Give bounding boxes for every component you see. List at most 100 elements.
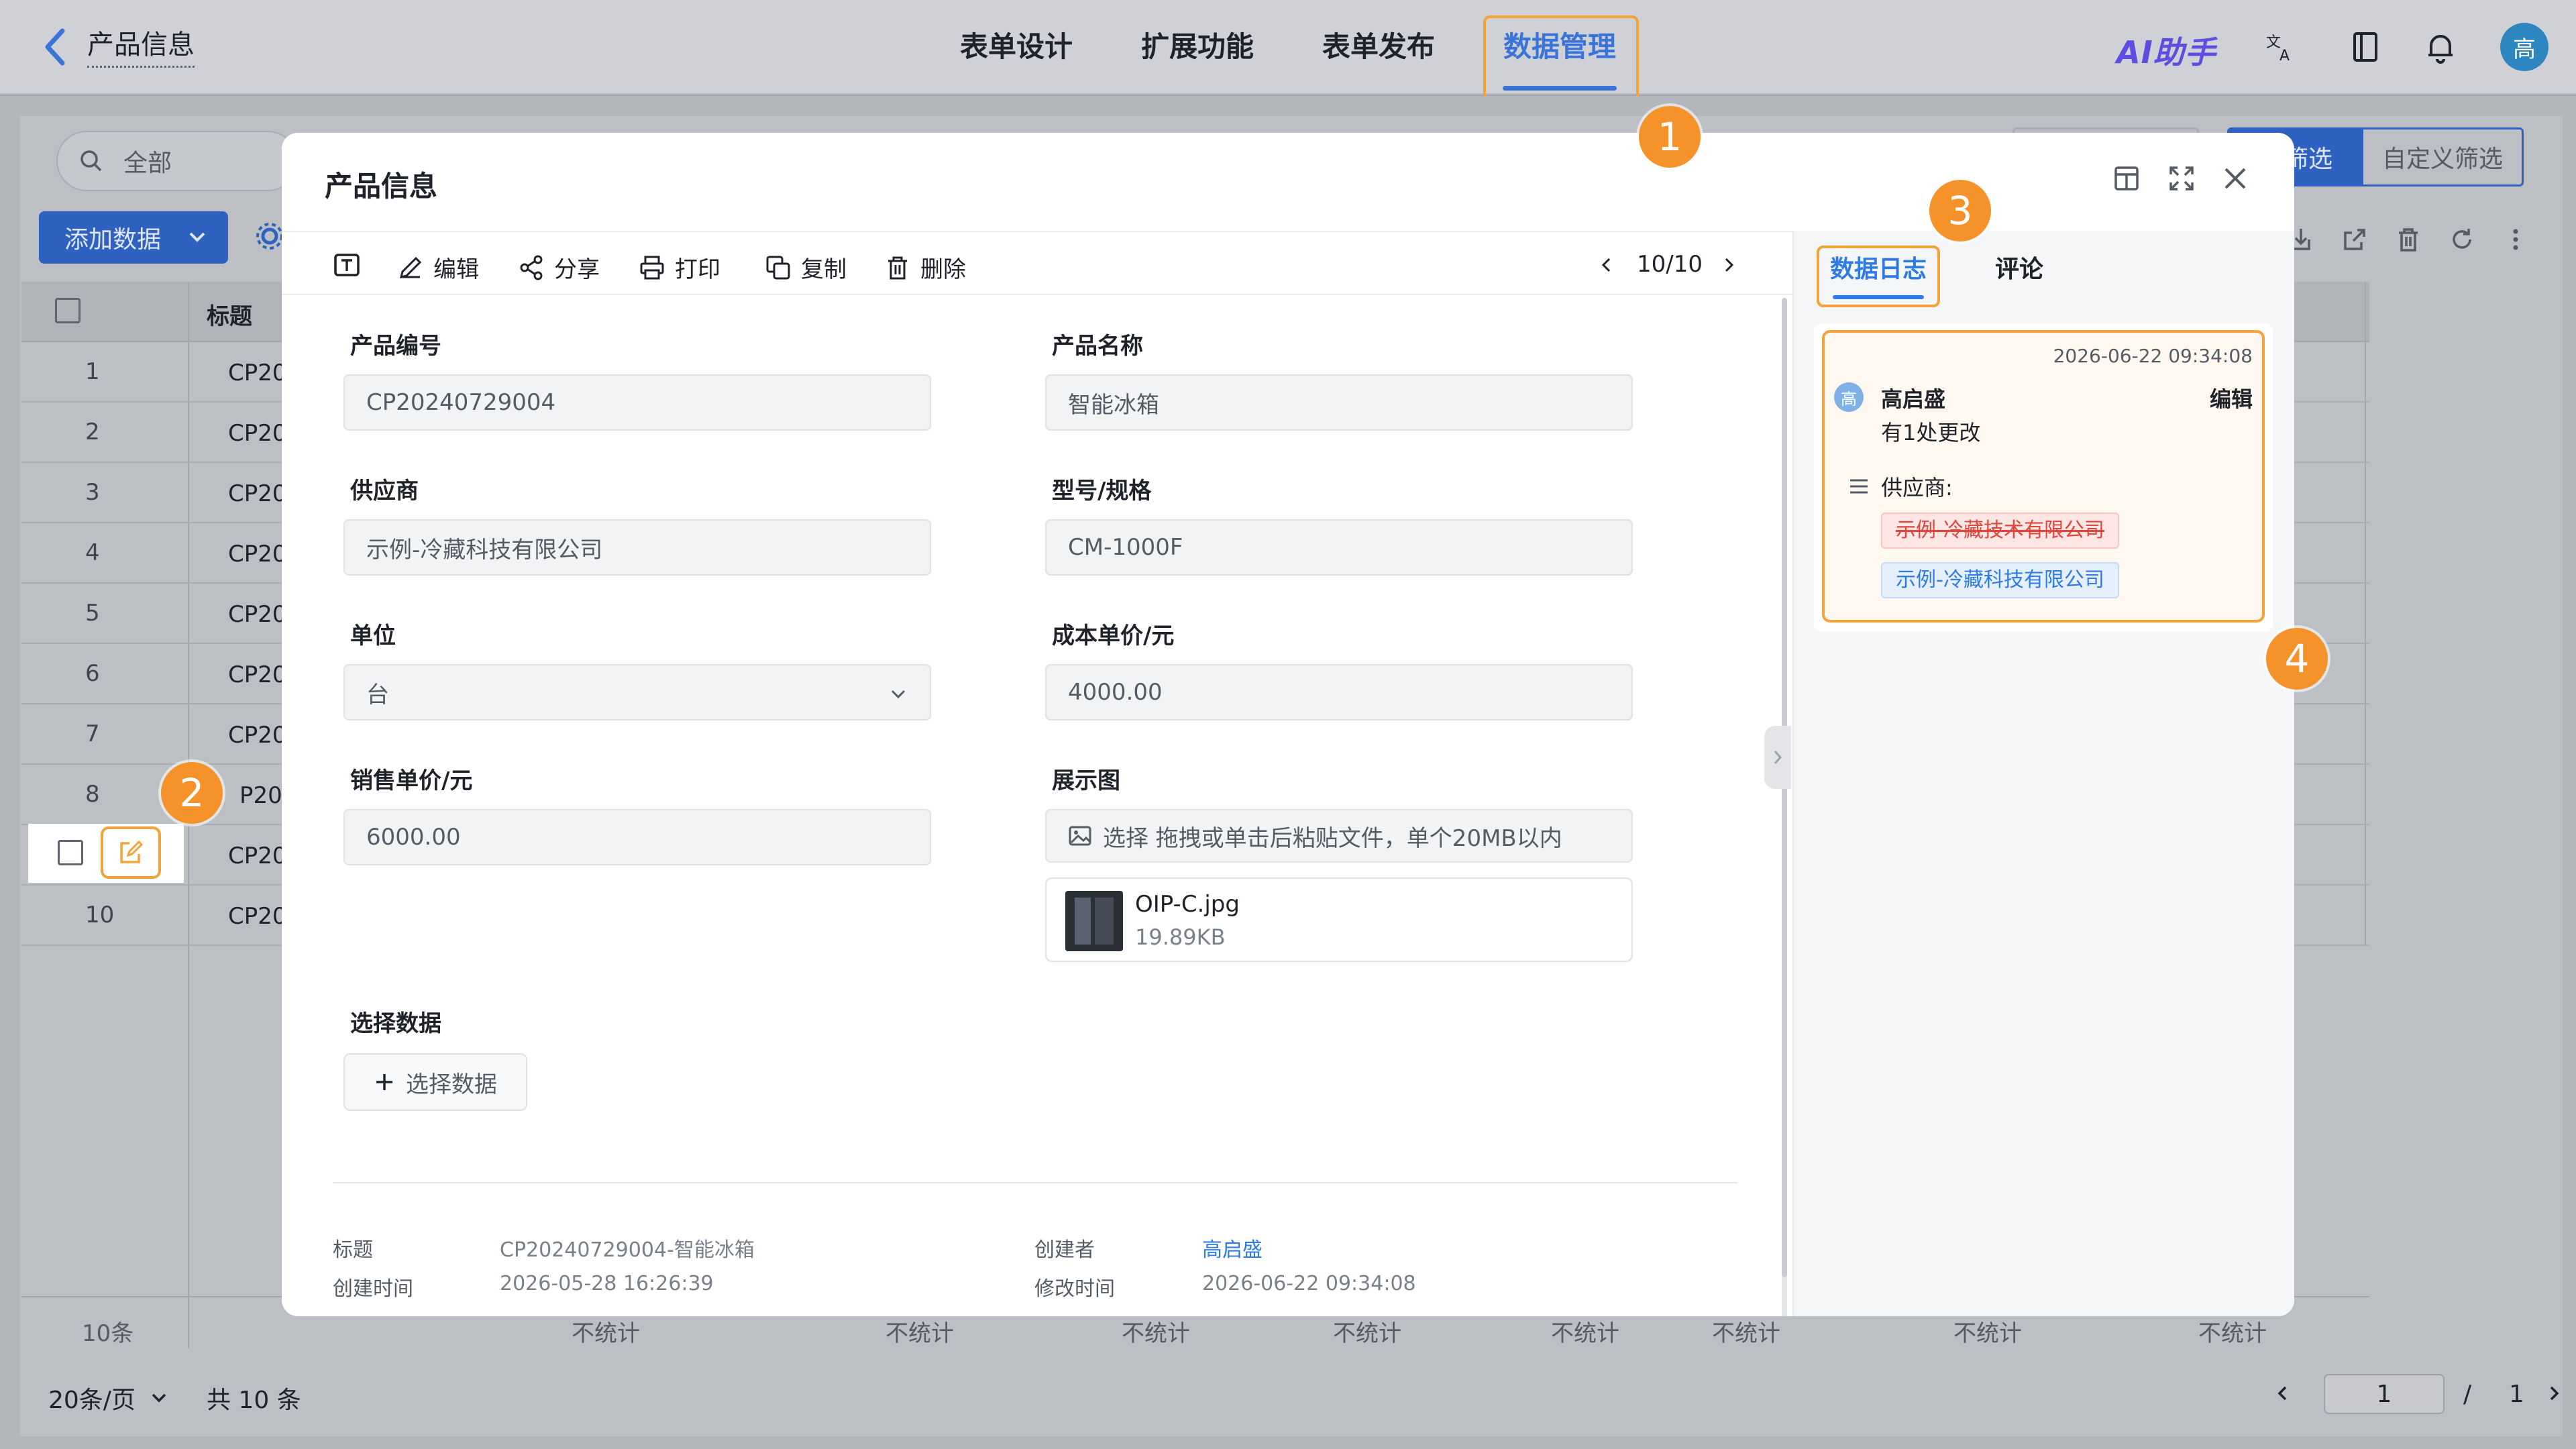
copy-icon: [766, 256, 790, 279]
next-page-icon[interactable]: [2544, 1383, 2564, 1403]
settings-icon[interactable]: [255, 221, 284, 251]
log-new-value: 示例-冷藏科技有限公司: [1881, 562, 2119, 598]
custom-filter-button[interactable]: 自定义筛选: [2363, 140, 2522, 174]
image-label: 展示图: [1052, 767, 1120, 794]
share-button[interactable]: 分享: [518, 251, 600, 284]
add-data-label: 添加数据: [64, 226, 162, 254]
stat-cell[interactable]: 不统计: [572, 1315, 640, 1348]
meta-title-label: 标题: [333, 1238, 373, 1262]
tab-form-design[interactable]: 表单设计: [956, 27, 1077, 67]
ai-assistant-button[interactable]: AI助手: [2116, 28, 2216, 72]
record-detail-modal: 产品信息 编辑 分享 打印 复制 删除 10/10 产品编号 CP2024072…: [282, 133, 2294, 1316]
copy-button[interactable]: 复制: [765, 251, 847, 284]
callout-badge-4: 4: [2266, 628, 2328, 690]
highlight-box-data-management: [1483, 15, 1639, 105]
fullscreen-icon[interactable]: [2167, 164, 2196, 193]
share-icon: [520, 255, 543, 280]
price-field[interactable]: 6000.00: [343, 809, 931, 865]
meta-created-value: 2026-05-28 16:26:39: [500, 1272, 714, 1295]
tab-form-publish[interactable]: 表单发布: [1318, 27, 1439, 67]
chevron-right-icon: [1774, 751, 1782, 764]
cost-field[interactable]: 4000.00: [1045, 664, 1633, 720]
select-data-button[interactable]: 选择数据: [343, 1053, 527, 1111]
prev-page-icon[interactable]: [2273, 1383, 2293, 1403]
page-total: 1: [2509, 1381, 2524, 1408]
column-title: 标题: [207, 303, 252, 330]
trash-icon[interactable]: [2394, 225, 2423, 254]
log-field-name: 供应商:: [1881, 475, 1953, 500]
edit-icon: [120, 840, 144, 863]
stat-cell[interactable]: 不统计: [1333, 1315, 1401, 1348]
model-label: 型号/规格: [1052, 478, 1152, 504]
page-title[interactable]: 产品信息: [87, 23, 195, 68]
plus-icon: [376, 1074, 392, 1090]
row-checkbox[interactable]: [58, 840, 83, 865]
pagination-bar: 20条/页 共 10 条 1 / 1: [21, 1368, 2559, 1422]
row-count: 10条: [82, 1320, 134, 1347]
edit-button[interactable]: 编辑: [397, 251, 479, 284]
more-vertical-icon[interactable]: [2501, 225, 2530, 254]
prev-record-icon[interactable]: [1597, 255, 1617, 275]
svg-text:文: 文: [2266, 34, 2281, 51]
meta-modified-value: 2026-06-22 09:34:08: [1202, 1272, 1416, 1295]
stat-cell[interactable]: 不统计: [2198, 1315, 2267, 1348]
product-name-label: 产品名称: [1052, 333, 1143, 360]
product-code-label: 产品编号: [350, 333, 441, 360]
layout-toggle-icon[interactable]: [2112, 164, 2141, 193]
tab-data-log[interactable]: 数据日志: [1817, 250, 1940, 284]
product-code-field[interactable]: CP20240729004: [343, 374, 931, 431]
trash-icon: [888, 256, 907, 279]
delete-label: 删除: [920, 256, 966, 283]
select-all-checkbox[interactable]: [55, 298, 80, 323]
callout-badge-2: 2: [161, 762, 223, 824]
product-name-field[interactable]: 智能冰箱: [1045, 374, 1633, 431]
unit-value: 台: [366, 681, 389, 708]
stat-cell[interactable]: 不统计: [1122, 1315, 1190, 1348]
delete-button[interactable]: 删除: [884, 251, 966, 284]
refresh-icon[interactable]: [2447, 225, 2477, 254]
search-placeholder: 全部: [123, 150, 172, 177]
tab-extensions[interactable]: 扩展功能: [1137, 27, 1258, 67]
meta-title-value: CP20240729004-智能冰箱: [500, 1238, 755, 1262]
uploaded-file-card[interactable]: OIP-C.jpg 19.89KB: [1045, 877, 1633, 962]
user-avatar[interactable]: 高: [2500, 23, 2548, 71]
translate-icon[interactable]: 文A: [2262, 28, 2300, 66]
file-size: 19.89KB: [1135, 924, 1226, 950]
log-entry-card: 2026-06-22 09:34:08 高 高启盛 编辑 有1处更改 供应商: …: [1822, 330, 2265, 623]
search-input[interactable]: 全部: [56, 131, 298, 191]
unit-select[interactable]: 台: [343, 664, 931, 720]
bell-icon[interactable]: [2422, 28, 2459, 66]
print-button[interactable]: 打印: [639, 251, 720, 284]
divider: [333, 1182, 1737, 1183]
model-field[interactable]: CM-1000F: [1045, 519, 1633, 576]
callout-badge-3: 3: [1929, 180, 1991, 241]
tab-comments[interactable]: 评论: [1979, 250, 2059, 284]
add-data-button[interactable]: 添加数据: [39, 211, 228, 264]
page-size-select[interactable]: 20条/页: [48, 1381, 169, 1415]
callout-badge-1: 1: [1639, 106, 1701, 168]
stat-cell[interactable]: 不统计: [1953, 1315, 2022, 1348]
back-arrow-icon[interactable]: [42, 27, 68, 67]
text-mode-icon[interactable]: [333, 251, 361, 279]
scrollbar-track[interactable]: [1782, 298, 1787, 1316]
file-name: OIP-C.jpg: [1135, 891, 1240, 918]
stat-cell[interactable]: 不统计: [1712, 1315, 1780, 1348]
edit-record-button[interactable]: [101, 826, 161, 879]
stat-cell[interactable]: 不统计: [885, 1315, 954, 1348]
list-toolbar-icons: [2286, 225, 2530, 254]
meta-creator-value[interactable]: 高启盛: [1202, 1233, 1263, 1263]
supplier-field[interactable]: 示例-冷藏科技有限公司: [343, 519, 931, 576]
log-time: 2026-06-22 09:34:08: [2053, 345, 2253, 367]
next-record-icon[interactable]: [1719, 255, 1739, 275]
printer-icon: [640, 256, 664, 279]
pencil-icon: [399, 256, 422, 278]
log-summary: 有1处更改: [1881, 420, 1981, 445]
stat-cell[interactable]: 不统计: [1551, 1315, 1619, 1348]
close-icon[interactable]: [2220, 164, 2250, 193]
export-icon[interactable]: [2340, 225, 2369, 254]
page-number-input[interactable]: 1: [2324, 1374, 2445, 1414]
record-position: 10/10: [1637, 251, 1703, 278]
image-upload-area[interactable]: 选择 拖拽或单击后粘贴文件，单个20MB以内: [1045, 809, 1633, 863]
book-icon[interactable]: [2347, 28, 2384, 66]
collapse-panel-handle[interactable]: [1764, 726, 1791, 789]
